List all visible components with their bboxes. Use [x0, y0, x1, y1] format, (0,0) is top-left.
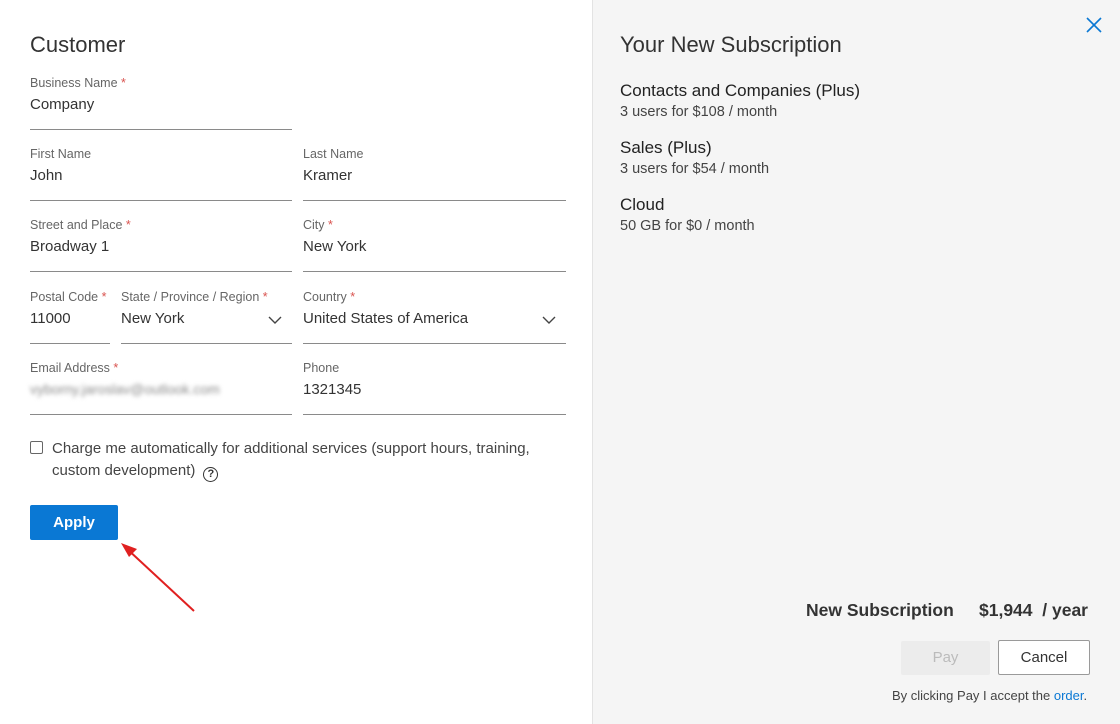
business-name-field[interactable]: Business Name * Company	[30, 76, 292, 130]
email-input[interactable]: vyborny.jaroslav@outlook.com	[30, 381, 220, 397]
close-icon[interactable]	[1085, 16, 1103, 34]
email-field[interactable]: Email Address * vyborny.jaroslav@outlook…	[30, 361, 292, 415]
auto-charge-checkbox[interactable]	[30, 441, 43, 454]
street-field[interactable]: Street and Place * Broadway 1	[30, 218, 292, 272]
subscription-title: Your New Subscription	[620, 32, 842, 57]
city-field[interactable]: City * New York	[303, 218, 566, 272]
state-select[interactable]: State / Province / Region * New York	[121, 290, 292, 344]
postal-code-label: Postal Code *	[30, 290, 107, 304]
total-value: $1,944 / year	[979, 600, 1088, 620]
phone-field[interactable]: Phone 1321345	[303, 361, 566, 415]
business-name-input[interactable]: Company	[30, 96, 94, 113]
order-link[interactable]: order	[1054, 688, 1084, 703]
subscription-item-name: Cloud	[620, 195, 665, 214]
street-label: Street and Place *	[30, 218, 131, 232]
customer-title: Customer	[30, 32, 126, 57]
country-value[interactable]: United States of America	[303, 310, 468, 327]
first-name-field[interactable]: First Name John	[30, 147, 292, 201]
subscription-item-detail: 3 users for $108 / month	[620, 104, 778, 120]
last-name-input[interactable]: Kramer	[303, 167, 352, 184]
chevron-down-icon[interactable]	[268, 315, 282, 325]
chevron-down-icon[interactable]	[542, 315, 556, 325]
postal-code-input[interactable]: 11000	[30, 310, 71, 327]
state-value[interactable]: New York	[121, 310, 184, 327]
last-name-label: Last Name	[303, 147, 364, 161]
country-label: Country *	[303, 290, 356, 304]
cancel-button[interactable]: Cancel	[998, 640, 1090, 675]
city-input[interactable]: New York	[303, 238, 366, 255]
phone-input[interactable]: 1321345	[303, 381, 361, 398]
phone-label: Phone	[303, 361, 340, 375]
city-label: City *	[303, 218, 333, 232]
question-circle-icon[interactable]: ?	[203, 467, 219, 482]
total-label: New Subscription	[806, 600, 954, 620]
first-name-input[interactable]: John	[30, 167, 63, 184]
state-label: State / Province / Region *	[121, 290, 268, 304]
subscription-item-name: Sales (Plus)	[620, 138, 712, 157]
street-input[interactable]: Broadway 1	[30, 238, 109, 255]
first-name-label: First Name	[30, 147, 92, 161]
auto-charge-label[interactable]: Charge me automatically for additional s…	[52, 438, 562, 482]
business-name-label: Business Name *	[30, 76, 126, 90]
terms-text: By clicking Pay I accept the order.	[892, 688, 1088, 703]
postal-code-field[interactable]: Postal Code * 11000	[30, 290, 110, 344]
subscription-item-detail: 50 GB for $0 / month	[620, 218, 755, 234]
subscription-item-name: Contacts and Companies (Plus)	[620, 81, 861, 100]
customer-panel: Customer Business Name * Company First N…	[0, 0, 592, 724]
pay-button[interactable]: Pay	[901, 641, 990, 675]
email-label: Email Address *	[30, 361, 119, 375]
annotation-arrow	[121, 543, 195, 612]
apply-button[interactable]: Apply	[30, 505, 118, 540]
country-select[interactable]: Country * United States of America	[303, 290, 566, 344]
last-name-field[interactable]: Last Name Kramer	[303, 147, 566, 201]
subscription-item-detail: 3 users for $54 / month	[620, 161, 770, 177]
